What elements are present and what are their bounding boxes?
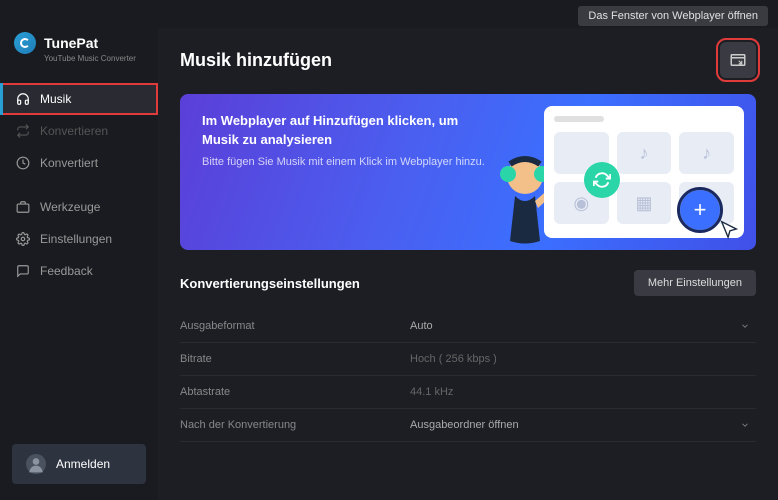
setting-value-readonly: 44.1 kHz xyxy=(410,386,756,398)
sidebar-item-label: Werkzeuge xyxy=(40,200,100,214)
logo-icon xyxy=(14,32,36,54)
login-button[interactable]: Anmelden xyxy=(12,444,146,484)
external-window-icon xyxy=(729,51,747,69)
gear-icon xyxy=(16,232,30,246)
chat-icon xyxy=(16,264,30,278)
sidebar-item-einstellungen[interactable]: Einstellungen xyxy=(0,223,158,255)
hero-title: Im Webplayer auf Hinzufügen klicken, um … xyxy=(202,112,492,150)
setting-label: Ausgabeformat xyxy=(180,320,410,332)
setting-row-ausgabeformat: Ausgabeformat Auto xyxy=(180,310,756,343)
open-webplayer-button[interactable] xyxy=(720,42,756,78)
sidebar-item-konvertieren: Konvertieren xyxy=(0,115,158,147)
sidebar-item-label: Musik xyxy=(40,92,71,106)
hero-illustration: ♪ ♪ ◉ ▦ + xyxy=(506,94,756,250)
convert-icon xyxy=(16,124,30,138)
setting-value-dropdown[interactable]: Auto xyxy=(410,320,756,332)
login-label: Anmelden xyxy=(56,457,110,471)
page-title: Musik hinzufügen xyxy=(180,50,332,71)
sidebar-item-feedback[interactable]: Feedback xyxy=(0,255,158,287)
sidebar-item-label: Konvertieren xyxy=(40,124,108,138)
hero-card: Im Webplayer auf Hinzufügen klicken, um … xyxy=(180,94,756,250)
sidebar-item-label: Einstellungen xyxy=(40,232,112,246)
setting-label: Abtastrate xyxy=(180,386,410,398)
app-name: TunePat xyxy=(44,35,98,51)
cursor-icon xyxy=(718,218,740,240)
setting-row-bitrate: Bitrate Hoch ( 256 kbps ) xyxy=(180,343,756,376)
setting-value-dropdown[interactable]: Ausgabeordner öffnen xyxy=(410,419,756,431)
main-content: Musik hinzufügen Im Webplayer auf Hinzuf… xyxy=(158,28,778,500)
avatar-icon xyxy=(26,454,46,474)
sidebar-item-musik[interactable]: Musik xyxy=(0,83,158,115)
setting-row-nach-konvertierung: Nach der Konvertierung Ausgabeordner öff… xyxy=(180,409,756,442)
chevron-down-icon xyxy=(740,420,750,430)
sidebar-item-label: Konvertiert xyxy=(40,156,98,170)
plus-icon: + xyxy=(680,190,720,230)
setting-label: Bitrate xyxy=(180,353,410,365)
refresh-icon xyxy=(584,162,620,198)
chevron-down-icon xyxy=(740,321,750,331)
webplayer-tooltip: Das Fenster von Webplayer öffnen xyxy=(578,6,768,26)
hero-subtitle: Bitte fügen Sie Musik mit einem Klick im… xyxy=(202,156,502,168)
settings-title: Konvertierungseinstellungen xyxy=(180,276,360,291)
setting-row-abtastrate: Abtastrate 44.1 kHz xyxy=(180,376,756,409)
setting-label: Nach der Konvertierung xyxy=(180,419,410,431)
setting-value-readonly: Hoch ( 256 kbps ) xyxy=(410,353,756,365)
app-subtitle: YouTube Music Converter xyxy=(0,54,158,77)
more-settings-button[interactable]: Mehr Einstellungen xyxy=(634,270,756,296)
app-logo: TunePat xyxy=(0,32,158,56)
sidebar-item-label: Feedback xyxy=(40,264,93,278)
sidebar: TunePat YouTube Music Converter Musik Ko… xyxy=(0,28,158,500)
sidebar-item-werkzeuge[interactable]: Werkzeuge xyxy=(0,191,158,223)
headphones-icon xyxy=(16,92,30,106)
toolbox-icon xyxy=(16,200,30,214)
titlebar: Das Fenster von Webplayer öffnen xyxy=(0,0,778,28)
clock-icon xyxy=(16,156,30,170)
sidebar-item-konvertiert[interactable]: Konvertiert xyxy=(0,147,158,179)
